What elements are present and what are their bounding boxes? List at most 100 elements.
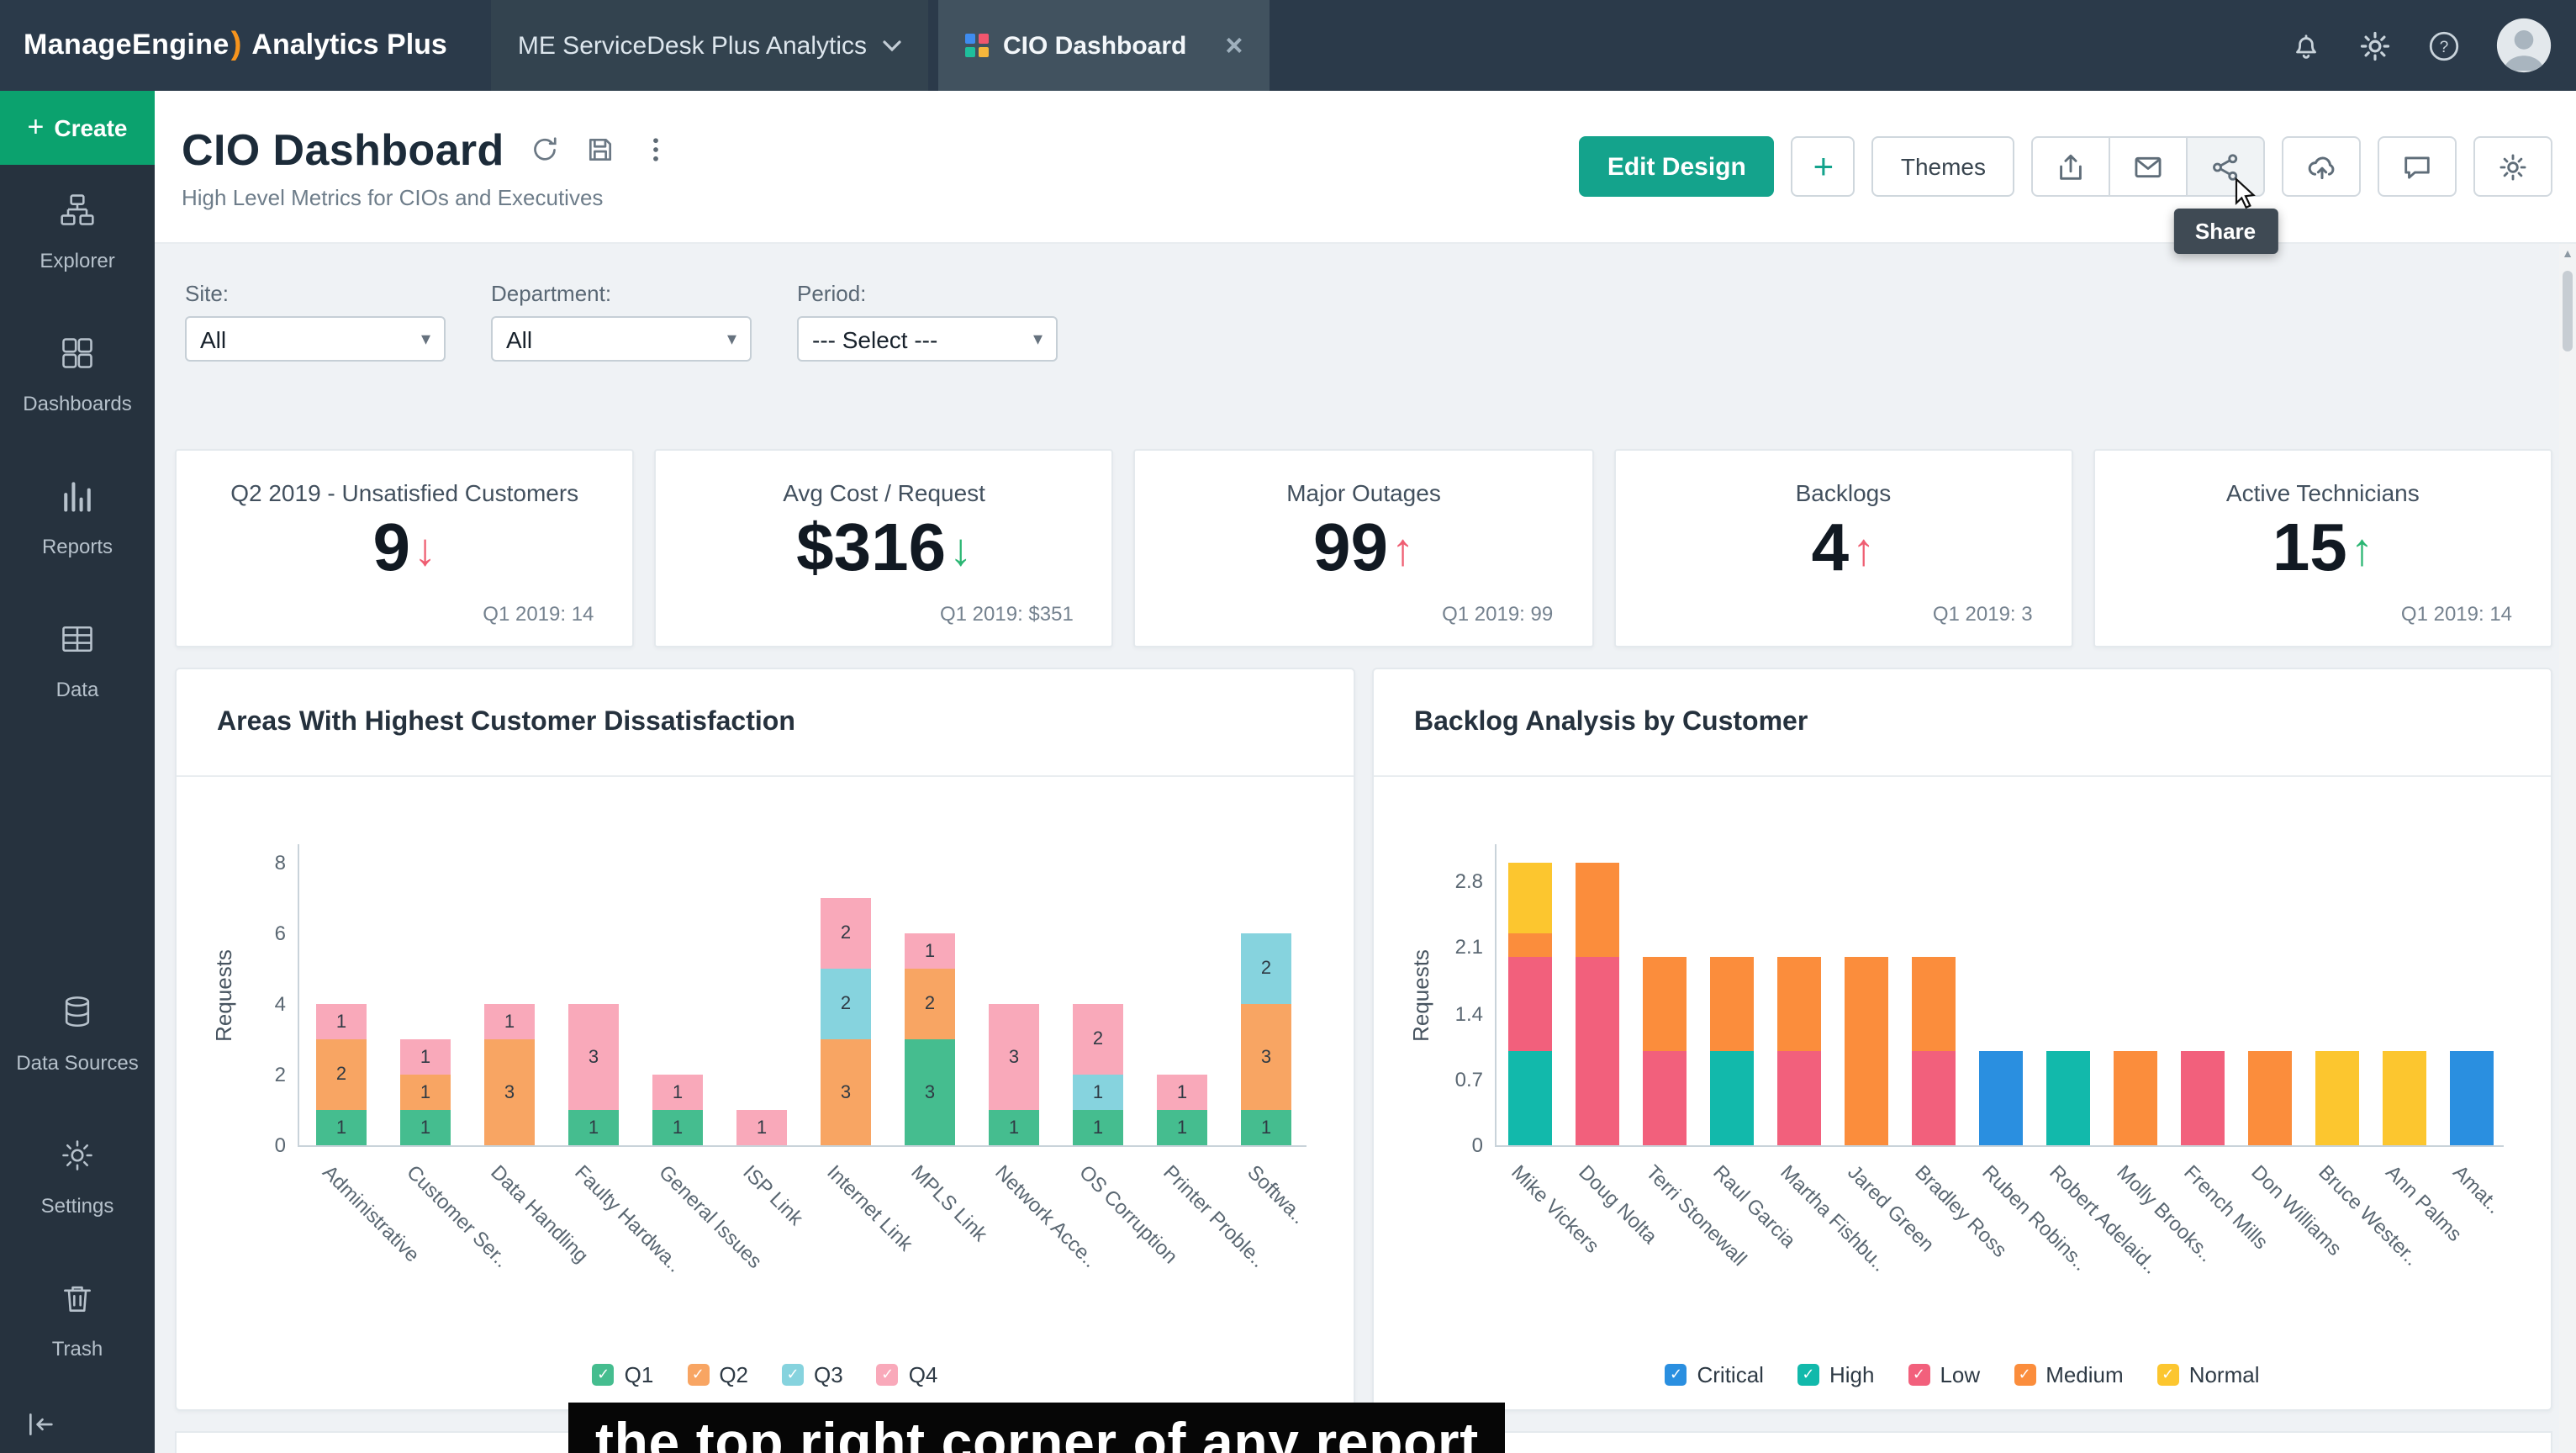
- bar-segment[interactable]: [1643, 957, 1687, 1051]
- bar-segment[interactable]: 1: [400, 1075, 451, 1110]
- tab-workspace[interactable]: ME ServiceDesk Plus Analytics: [491, 0, 927, 91]
- bar-segment[interactable]: [1912, 1051, 1956, 1145]
- legend-item-q3[interactable]: ✓Q3: [782, 1362, 843, 1387]
- bar-segment[interactable]: 1: [736, 1110, 787, 1145]
- bar-segment[interactable]: [1508, 957, 1552, 1051]
- collapse-sidebar-button[interactable]: [0, 1396, 155, 1453]
- bar-segment[interactable]: [2046, 1051, 2090, 1145]
- bar-segment[interactable]: 2: [905, 969, 955, 1039]
- add-report-button[interactable]: +: [1792, 136, 1855, 197]
- settings-gear-icon[interactable]: [2357, 28, 2393, 63]
- email-button[interactable]: [2109, 136, 2188, 197]
- sidebar-item-trash[interactable]: Trash: [0, 1253, 155, 1396]
- bar-segment[interactable]: [2114, 1051, 2157, 1145]
- notifications-bell-icon[interactable]: [2288, 28, 2324, 63]
- bar-segment[interactable]: [1777, 1051, 1821, 1145]
- bar-segment[interactable]: 3: [568, 1004, 619, 1110]
- bar-segment[interactable]: [1643, 1051, 1687, 1145]
- bar-segment[interactable]: 1: [989, 1110, 1039, 1145]
- bar-segment[interactable]: [1508, 1051, 1552, 1145]
- legend-item-high[interactable]: ✓High: [1797, 1362, 1875, 1387]
- bar-segment[interactable]: [2181, 1051, 2225, 1145]
- legend-item-q2[interactable]: ✓Q2: [687, 1362, 748, 1387]
- sidebar-item-data-sources[interactable]: Data Sources: [0, 967, 155, 1110]
- bar-segment[interactable]: 1: [652, 1075, 703, 1110]
- bar-segment[interactable]: 1: [316, 1004, 367, 1039]
- bar-value-label: 1: [673, 1082, 683, 1102]
- tab-cio-dashboard[interactable]: CIO Dashboard ×: [937, 0, 1270, 91]
- bar-segment[interactable]: [1845, 957, 1888, 1145]
- bar-segment[interactable]: 2: [821, 969, 871, 1039]
- refresh-icon[interactable]: [530, 135, 560, 165]
- sidebar-item-reports[interactable]: Reports: [0, 451, 155, 594]
- filter-select-department[interactable]: All▾: [491, 316, 752, 362]
- bar-segment[interactable]: 1: [905, 933, 955, 969]
- bar-segment[interactable]: 3: [821, 1039, 871, 1145]
- share-button[interactable]: Share: [2186, 136, 2265, 197]
- bar-segment[interactable]: 1: [1157, 1075, 1207, 1110]
- filter-select-period[interactable]: --- Select ---▾: [797, 316, 1058, 362]
- kpi-title: Active Technicians: [2095, 479, 2551, 506]
- bar-segment[interactable]: 1: [652, 1110, 703, 1145]
- bar-segment[interactable]: 1: [400, 1110, 451, 1145]
- legend-item-medium[interactable]: ✓Medium: [2014, 1362, 2124, 1387]
- bar-segment[interactable]: 1: [1073, 1075, 1123, 1110]
- kpi-value: 9↓: [177, 515, 632, 582]
- bar-segment[interactable]: 1: [568, 1110, 619, 1145]
- bar-segment[interactable]: 1: [1157, 1110, 1207, 1145]
- vertical-scrollbar[interactable]: ▲: [2559, 244, 2576, 1453]
- save-icon[interactable]: [585, 135, 615, 165]
- comments-button[interactable]: [2378, 136, 2457, 197]
- x-category-label: Internet Link: [822, 1160, 917, 1255]
- bar-segment[interactable]: [2315, 1051, 2359, 1145]
- bar-segment[interactable]: [1508, 863, 1552, 933]
- bar-segment[interactable]: [2248, 1051, 2292, 1145]
- bar-segment[interactable]: 2: [1241, 933, 1291, 1004]
- bar-segment[interactable]: [1710, 1051, 1754, 1145]
- publish-button[interactable]: [2282, 136, 2361, 197]
- bar-segment[interactable]: 3: [484, 1039, 535, 1145]
- bar-segment[interactable]: 2: [1073, 1004, 1123, 1075]
- bar-segment[interactable]: [2383, 1051, 2426, 1145]
- bar-segment[interactable]: 3: [1241, 1004, 1291, 1110]
- bar-segment[interactable]: 1: [316, 1110, 367, 1145]
- bar-segment[interactable]: 3: [989, 1004, 1039, 1110]
- bar-segment[interactable]: 3: [905, 1039, 955, 1145]
- bar-segment[interactable]: 2: [821, 898, 871, 969]
- edit-design-button[interactable]: Edit Design: [1579, 136, 1775, 197]
- bar-segment[interactable]: [1912, 957, 1956, 1051]
- dashboard-settings-button[interactable]: [2473, 136, 2552, 197]
- sidebar-item-settings[interactable]: Settings: [0, 1110, 155, 1253]
- bar-segment[interactable]: [1777, 957, 1821, 1051]
- legend-item-q1[interactable]: ✓Q1: [593, 1362, 654, 1387]
- more-options-kebab-icon[interactable]: [641, 135, 671, 165]
- bar-segment[interactable]: [1576, 863, 1619, 957]
- bar-segment[interactable]: [1508, 933, 1552, 957]
- bar-segment[interactable]: [2450, 1051, 2494, 1145]
- scrollbar-thumb[interactable]: [2563, 271, 2573, 351]
- bar-segment[interactable]: 1: [1073, 1110, 1123, 1145]
- legend-item-low[interactable]: ✓Low: [1908, 1362, 1980, 1387]
- sidebar-item-explorer[interactable]: Explorer: [0, 165, 155, 308]
- legend-item-q4[interactable]: ✓Q4: [877, 1362, 938, 1387]
- themes-button[interactable]: Themes: [1872, 136, 2014, 197]
- bar-segment[interactable]: 1: [484, 1004, 535, 1039]
- scroll-up-icon[interactable]: ▲: [2559, 249, 2576, 261]
- filter-select-site[interactable]: All▾: [185, 316, 446, 362]
- bar-segment[interactable]: 1: [1241, 1110, 1291, 1145]
- bar-segment[interactable]: 1: [400, 1039, 451, 1075]
- sidebar-item-data[interactable]: Data: [0, 594, 155, 737]
- export-button[interactable]: [2031, 136, 2110, 197]
- bar-segment[interactable]: [1576, 957, 1619, 1145]
- sidebar-item-dashboards[interactable]: Dashboards: [0, 308, 155, 451]
- create-button[interactable]: + Create: [0, 91, 155, 165]
- legend-item-critical[interactable]: ✓Critical: [1665, 1362, 1764, 1387]
- kpi-title: Backlogs: [1615, 479, 2071, 506]
- avatar[interactable]: [2495, 17, 2552, 74]
- bar-segment[interactable]: [1979, 1051, 2023, 1145]
- bar-segment[interactable]: 2: [316, 1039, 367, 1110]
- legend-item-normal[interactable]: ✓Normal: [2157, 1362, 2260, 1387]
- bar-segment[interactable]: [1710, 957, 1754, 1051]
- close-tab-icon[interactable]: ×: [1225, 30, 1243, 61]
- help-icon[interactable]: ?: [2426, 28, 2462, 63]
